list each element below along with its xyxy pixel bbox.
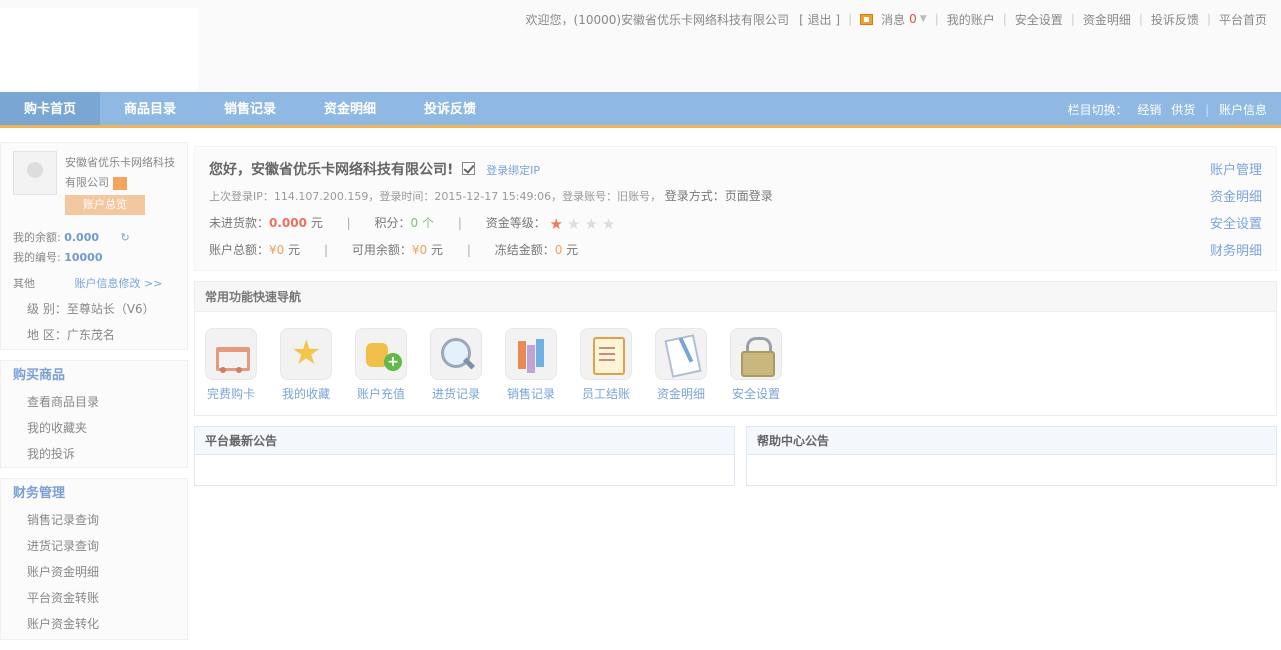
quicklink-finance[interactable]: 财务明细 (1210, 238, 1262, 265)
vip-icon (112, 176, 127, 190)
edit-account-link[interactable]: 账户信息修改 >> (75, 277, 163, 290)
stats-row-2: 账户总额：¥0 元 | 可用余额：¥0 元 | 冻结金额：0 元 (209, 243, 579, 257)
section-buy: 购买商品 查看商品目录 我的收藏夹 我的投诉 (0, 360, 188, 468)
fast-fund-details[interactable]: 资金明细 (655, 328, 730, 402)
balance-value: 0.000 (64, 231, 100, 244)
fast-nav-title: 常用功能快速导航 (195, 282, 1276, 312)
tab-home[interactable]: 购卡首页 (0, 92, 100, 125)
star-icon: ★ (567, 215, 581, 233)
message-icon[interactable] (860, 13, 874, 25)
section-finance: 财务管理 销售记录查询 进货记录查询 账户资金明细 平台资金转账 账户资金转化 (0, 478, 188, 640)
greeting-text: 您好，安徽省优乐卡网络科技有限公司! (209, 162, 454, 178)
welcome-text: 欢迎您，(10000)安徽省优乐卡网络科技有限公司 (525, 12, 790, 27)
frozen-value: 0 (554, 243, 563, 257)
menu-complaints[interactable]: 我的投诉 (1, 441, 187, 467)
total-value: ¥0 (269, 243, 285, 257)
tab-sales[interactable]: 销售记录 (200, 92, 300, 125)
link-home[interactable]: 平台首页 (1219, 11, 1267, 28)
star-icon[interactable] (280, 328, 332, 380)
level-text: 级 别：至尊站长（V6） (27, 302, 155, 316)
tab-complaints[interactable]: 投诉反馈 (400, 92, 500, 125)
region-text: 地 区：广东茂名 (27, 328, 115, 342)
star-icon: ★ (584, 215, 598, 233)
credit-rating: ★ ★ ★ ★ (550, 215, 620, 233)
switch-supply[interactable]: 供货 (1171, 103, 1195, 117)
fast-staff-settle[interactable]: 员工结账 (580, 328, 655, 402)
messages-label[interactable]: 消息 (881, 11, 905, 28)
section-title-buy: 购买商品 (13, 368, 66, 383)
fast-buy[interactable]: 完费购卡 (205, 328, 280, 402)
tab-funds[interactable]: 资金明细 (300, 92, 400, 125)
number-value: 10000 (64, 251, 103, 264)
unsettled-value: 0.000 (269, 216, 307, 230)
main-nav: 购卡首页 商品目录 销售记录 资金明细 投诉反馈 栏目切换： 经销 供货 | 账… (0, 92, 1281, 128)
fast-sales-records[interactable]: 销售记录 (505, 328, 580, 402)
nav-account-info[interactable]: 账户信息 (1219, 103, 1267, 117)
cart-icon[interactable] (205, 328, 257, 380)
account-overview-button[interactable]: 账户总览 (65, 195, 145, 215)
link-funds[interactable]: 资金明细 (1083, 11, 1131, 28)
nav-switch: 栏目切换： 经销 供货 | 账户信息 (1067, 103, 1267, 117)
fast-favorites[interactable]: 我的收藏 (280, 328, 355, 402)
quick-links: 账户管理 资金明细 安全设置 财务明细 (1210, 157, 1262, 265)
fast-nav-panel: 常用功能快速导航 完费购卡 我的收藏 账户充值 进货记录 销售记录 员工结账 资… (194, 281, 1277, 416)
menu-catalog[interactable]: 查看商品目录 (1, 389, 187, 415)
tab-catalog[interactable]: 商品目录 (100, 92, 200, 125)
menu-fund-details[interactable]: 账户资金明细 (1, 559, 187, 585)
messages-count: 0 (909, 12, 917, 26)
welcome-panel: 您好，安徽省优乐卡网络科技有限公司! 登录绑定IP 上次登录IP：114.107… (194, 146, 1277, 271)
user-panel: 安徽省优乐卡网络科技有限公司 账户总览 我的余额: 0.000 ↻ 我的编号: … (0, 142, 188, 350)
available-value: ¥0 (411, 243, 428, 257)
fast-security[interactable]: 安全设置 (730, 328, 805, 402)
coins-add-icon[interactable] (355, 328, 407, 380)
logout-link[interactable]: [ 退出 ] (799, 11, 840, 28)
document-icon[interactable] (655, 328, 707, 380)
platform-notice-panel: 平台最新公告 (194, 426, 735, 486)
balance-row: 我的余额: 0.000 ↻ (13, 231, 130, 244)
top-links: 欢迎您，(10000)安徽省优乐卡网络科技有限公司 [ 退出 ] | 消息 0 … (525, 11, 1267, 28)
star-icon: ★ (549, 215, 563, 233)
menu-transfer[interactable]: 平台资金转账 (1, 585, 187, 611)
fast-purchase-records[interactable]: 进货记录 (430, 328, 505, 402)
menu-purchase-records[interactable]: 进货记录查询 (1, 533, 187, 559)
points-value: 0 个 (410, 216, 434, 230)
menu-conversion[interactable]: 账户资金转化 (1, 611, 187, 637)
magnifier-icon[interactable] (430, 328, 482, 380)
link-complaints[interactable]: 投诉反馈 (1151, 11, 1199, 28)
refresh-icon[interactable]: ↻ (121, 231, 130, 244)
fast-recharge[interactable]: 账户充值 (355, 328, 430, 402)
quicklink-account[interactable]: 账户管理 (1210, 157, 1262, 184)
switch-distribution[interactable]: 经销 (1137, 103, 1161, 117)
stats-row-1: 未进货款：0.000 元 | 积分：0 个 | 资金等级： ★ ★ ★ ★ (209, 214, 619, 233)
sidebar: 安徽省优乐卡网络科技有限公司 账户总览 我的余额: 0.000 ↻ 我的编号: … (0, 142, 188, 650)
menu-favorites[interactable]: 我的收藏夹 (1, 415, 187, 441)
company-name: 安徽省优乐卡网络科技有限公司 (65, 156, 175, 190)
link-my-account[interactable]: 我的账户 (947, 11, 995, 28)
other-row: 其他 账户信息修改 >> (13, 277, 163, 290)
site-logo[interactable] (0, 8, 198, 90)
switch-label: 栏目切换： (1067, 103, 1128, 117)
link-security[interactable]: 安全设置 (1015, 11, 1063, 28)
number-row: 我的编号: 10000 (13, 251, 103, 264)
help-notice-title: 帮助中心公告 (747, 427, 1276, 455)
greeting-row: 您好，安徽省优乐卡网络科技有限公司! 登录绑定IP (209, 159, 540, 179)
avatar (13, 151, 57, 195)
bar-chart-icon[interactable] (505, 328, 557, 380)
checkbox-icon[interactable] (462, 162, 476, 175)
lock-icon[interactable] (730, 328, 782, 380)
last-login-row: 上次登录IP：114.107.200.159，登录时间：2015-12-17 1… (209, 189, 773, 203)
quicklink-funds[interactable]: 资金明细 (1210, 184, 1262, 211)
main-content: 您好，安徽省优乐卡网络科技有限公司! 登录绑定IP 上次登录IP：114.107… (194, 146, 1277, 486)
star-icon: ★ (601, 215, 616, 233)
platform-notice-title: 平台最新公告 (195, 427, 734, 455)
top-header: 欢迎您，(10000)安徽省优乐卡网络科技有限公司 [ 退出 ] | 消息 0 … (0, 0, 1281, 92)
section-title-finance: 财务管理 (13, 486, 66, 501)
memo-icon[interactable] (580, 328, 632, 380)
bind-ip-link[interactable]: 登录绑定IP (486, 164, 540, 177)
notices: 平台最新公告 帮助中心公告 (194, 426, 1277, 486)
chevron-down-icon[interactable]: ▼ (920, 14, 927, 24)
quicklink-security[interactable]: 安全设置 (1210, 211, 1262, 238)
help-notice-panel: 帮助中心公告 (746, 426, 1277, 486)
menu-sales-records[interactable]: 销售记录查询 (1, 507, 187, 533)
